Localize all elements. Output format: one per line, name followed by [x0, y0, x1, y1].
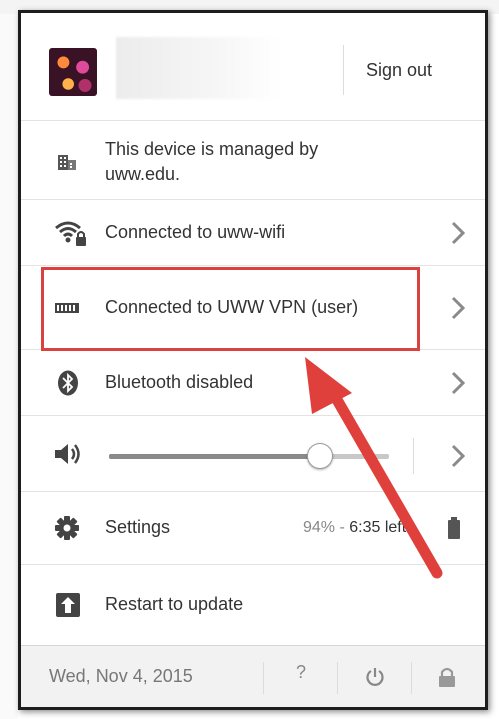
footer-divider: [263, 662, 264, 694]
footer-divider: [337, 662, 338, 694]
power-icon[interactable]: [364, 666, 386, 688]
volume-slider[interactable]: [109, 442, 389, 470]
lock-icon[interactable]: [438, 666, 456, 688]
battery-separator: -: [335, 519, 350, 536]
battery-time-left: 6:35 left: [349, 519, 407, 536]
user-row: Sign out: [21, 13, 485, 121]
managed-building-icon: [58, 155, 76, 170]
sign-out-button[interactable]: Sign out: [366, 60, 432, 81]
help-button[interactable]: ?: [286, 662, 316, 683]
bluetooth-row[interactable]: Bluetooth disabled: [21, 350, 485, 416]
battery-status: 94% - 6:35 left: [303, 519, 406, 537]
chevron-right-icon[interactable]: [451, 444, 465, 468]
gear-icon[interactable]: [54, 515, 80, 541]
user-row-divider: [343, 45, 344, 95]
footer-divider: [411, 662, 412, 694]
bluetooth-label: Bluetooth disabled: [105, 372, 254, 392]
chevron-right-icon[interactable]: [451, 221, 465, 245]
speaker-icon[interactable]: [53, 441, 83, 467]
user-email-redacted: [116, 37, 281, 99]
volume-row: [21, 416, 485, 492]
avatar: [49, 48, 97, 96]
managed-device-row: This device is managed by uww.edu.: [21, 121, 485, 200]
wifi-row[interactable]: Connected to uww-wifi: [21, 200, 485, 266]
volume-slider-thumb[interactable]: [307, 443, 333, 469]
volume-row-divider: [413, 438, 414, 474]
wifi-lock-icon: [55, 221, 86, 246]
battery-icon: [448, 517, 460, 539]
date-label: Wed, Nov 4, 2015: [49, 666, 193, 686]
wifi-label: Connected to uww-wifi: [105, 222, 286, 242]
help-icon: ?: [295, 662, 306, 682]
managed-device-text-line2: uww.edu.: [105, 164, 181, 184]
restart-update-row[interactable]: Restart to update: [21, 565, 485, 646]
background-window-edge: [0, 14, 18, 719]
battery-percent: 94%: [303, 519, 336, 536]
status-footer: Wed, Nov 4, 2015 ?: [21, 646, 485, 707]
bluetooth-icon: [58, 370, 78, 396]
volume-slider-fill: [109, 454, 319, 459]
restart-update-icon: [56, 593, 80, 617]
settings-row: Settings 94% - 6:35 left: [21, 492, 485, 565]
annotation-highlight-box: [41, 267, 420, 351]
restart-update-label: Restart to update: [105, 594, 244, 614]
settings-button[interactable]: Settings: [105, 517, 170, 538]
managed-device-text-line1: This device is managed by: [105, 139, 319, 159]
chevron-right-icon[interactable]: [451, 296, 465, 320]
system-tray-menu: Sign out This device is managed by uww.e…: [18, 10, 488, 710]
chevron-right-icon[interactable]: [451, 371, 465, 395]
